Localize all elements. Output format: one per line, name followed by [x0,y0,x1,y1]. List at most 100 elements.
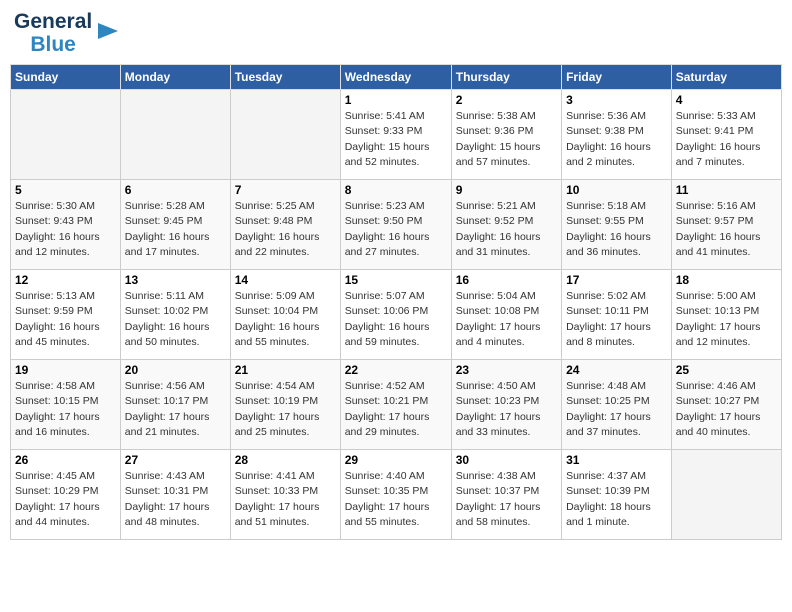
day-info: Sunrise: 4:54 AMSunset: 10:19 PMDaylight… [235,379,336,440]
day-number: 25 [676,363,777,377]
day-number: 18 [676,273,777,287]
day-number: 24 [566,363,667,377]
table-row: 29 Sunrise: 4:40 AMSunset: 10:35 PMDayli… [340,450,451,540]
day-info: Sunrise: 4:45 AMSunset: 10:29 PMDaylight… [15,469,116,530]
table-row: 24 Sunrise: 4:48 AMSunset: 10:25 PMDayli… [562,360,672,450]
table-row: 10 Sunrise: 5:18 AMSunset: 9:55 PMDaylig… [562,180,672,270]
day-number: 1 [345,93,447,107]
page-header: General Blue [10,10,782,56]
col-header-tuesday: Tuesday [230,65,340,90]
logo: General Blue [14,10,122,56]
logo-icon [94,17,122,45]
table-row: 22 Sunrise: 4:52 AMSunset: 10:21 PMDayli… [340,360,451,450]
table-row: 28 Sunrise: 4:41 AMSunset: 10:33 PMDayli… [230,450,340,540]
table-row: 13 Sunrise: 5:11 AMSunset: 10:02 PMDayli… [120,270,230,360]
table-row: 19 Sunrise: 4:58 AMSunset: 10:15 PMDayli… [11,360,121,450]
day-info: Sunrise: 5:09 AMSunset: 10:04 PMDaylight… [235,289,336,350]
day-number: 2 [456,93,557,107]
day-info: Sunrise: 5:13 AMSunset: 9:59 PMDaylight:… [15,289,116,350]
day-info: Sunrise: 5:41 AMSunset: 9:33 PMDaylight:… [345,109,447,170]
table-row: 15 Sunrise: 5:07 AMSunset: 10:06 PMDayli… [340,270,451,360]
day-number: 23 [456,363,557,377]
day-number: 14 [235,273,336,287]
day-number: 28 [235,453,336,467]
day-info: Sunrise: 4:56 AMSunset: 10:17 PMDaylight… [125,379,226,440]
col-header-saturday: Saturday [671,65,781,90]
day-number: 7 [235,183,336,197]
day-info: Sunrise: 5:28 AMSunset: 9:45 PMDaylight:… [125,199,226,260]
day-number: 16 [456,273,557,287]
day-info: Sunrise: 4:52 AMSunset: 10:21 PMDaylight… [345,379,447,440]
day-number: 15 [345,273,447,287]
col-header-thursday: Thursday [451,65,561,90]
table-row: 6 Sunrise: 5:28 AMSunset: 9:45 PMDayligh… [120,180,230,270]
day-number: 19 [15,363,116,377]
day-number: 27 [125,453,226,467]
day-number: 6 [125,183,226,197]
table-row: 18 Sunrise: 5:00 AMSunset: 10:13 PMDayli… [671,270,781,360]
table-row: 7 Sunrise: 5:25 AMSunset: 9:48 PMDayligh… [230,180,340,270]
day-info: Sunrise: 4:43 AMSunset: 10:31 PMDaylight… [125,469,226,530]
table-row: 30 Sunrise: 4:38 AMSunset: 10:37 PMDayli… [451,450,561,540]
day-info: Sunrise: 4:37 AMSunset: 10:39 PMDaylight… [566,469,667,530]
day-info: Sunrise: 5:33 AMSunset: 9:41 PMDaylight:… [676,109,777,170]
day-number: 5 [15,183,116,197]
day-info: Sunrise: 5:04 AMSunset: 10:08 PMDaylight… [456,289,557,350]
col-header-sunday: Sunday [11,65,121,90]
day-info: Sunrise: 4:40 AMSunset: 10:35 PMDaylight… [345,469,447,530]
day-number: 4 [676,93,777,107]
day-number: 11 [676,183,777,197]
table-row [120,90,230,180]
day-number: 26 [15,453,116,467]
day-info: Sunrise: 5:38 AMSunset: 9:36 PMDaylight:… [456,109,557,170]
day-number: 3 [566,93,667,107]
day-number: 12 [15,273,116,287]
table-row [671,450,781,540]
table-row: 12 Sunrise: 5:13 AMSunset: 9:59 PMDaylig… [11,270,121,360]
day-info: Sunrise: 5:11 AMSunset: 10:02 PMDaylight… [125,289,226,350]
day-info: Sunrise: 5:23 AMSunset: 9:50 PMDaylight:… [345,199,447,260]
table-row: 27 Sunrise: 4:43 AMSunset: 10:31 PMDayli… [120,450,230,540]
day-info: Sunrise: 4:48 AMSunset: 10:25 PMDaylight… [566,379,667,440]
col-header-friday: Friday [562,65,672,90]
day-info: Sunrise: 5:25 AMSunset: 9:48 PMDaylight:… [235,199,336,260]
day-number: 21 [235,363,336,377]
table-row: 25 Sunrise: 4:46 AMSunset: 10:27 PMDayli… [671,360,781,450]
table-row: 2 Sunrise: 5:38 AMSunset: 9:36 PMDayligh… [451,90,561,180]
table-row: 31 Sunrise: 4:37 AMSunset: 10:39 PMDayli… [562,450,672,540]
col-header-wednesday: Wednesday [340,65,451,90]
table-row [11,90,121,180]
day-info: Sunrise: 4:41 AMSunset: 10:33 PMDaylight… [235,469,336,530]
day-number: 10 [566,183,667,197]
day-number: 8 [345,183,447,197]
day-info: Sunrise: 5:07 AMSunset: 10:06 PMDaylight… [345,289,447,350]
table-row: 1 Sunrise: 5:41 AMSunset: 9:33 PMDayligh… [340,90,451,180]
day-number: 9 [456,183,557,197]
day-info: Sunrise: 5:21 AMSunset: 9:52 PMDaylight:… [456,199,557,260]
day-number: 13 [125,273,226,287]
table-row: 17 Sunrise: 5:02 AMSunset: 10:11 PMDayli… [562,270,672,360]
day-info: Sunrise: 5:02 AMSunset: 10:11 PMDaylight… [566,289,667,350]
table-row: 3 Sunrise: 5:36 AMSunset: 9:38 PMDayligh… [562,90,672,180]
day-info: Sunrise: 4:38 AMSunset: 10:37 PMDaylight… [456,469,557,530]
day-number: 17 [566,273,667,287]
table-row: 23 Sunrise: 4:50 AMSunset: 10:23 PMDayli… [451,360,561,450]
day-info: Sunrise: 5:00 AMSunset: 10:13 PMDaylight… [676,289,777,350]
table-row: 21 Sunrise: 4:54 AMSunset: 10:19 PMDayli… [230,360,340,450]
day-number: 30 [456,453,557,467]
day-info: Sunrise: 5:16 AMSunset: 9:57 PMDaylight:… [676,199,777,260]
table-row: 16 Sunrise: 5:04 AMSunset: 10:08 PMDayli… [451,270,561,360]
table-row: 5 Sunrise: 5:30 AMSunset: 9:43 PMDayligh… [11,180,121,270]
col-header-monday: Monday [120,65,230,90]
day-number: 31 [566,453,667,467]
table-row: 26 Sunrise: 4:45 AMSunset: 10:29 PMDayli… [11,450,121,540]
table-row: 14 Sunrise: 5:09 AMSunset: 10:04 PMDayli… [230,270,340,360]
day-number: 20 [125,363,226,377]
day-info: Sunrise: 5:30 AMSunset: 9:43 PMDaylight:… [15,199,116,260]
day-info: Sunrise: 4:58 AMSunset: 10:15 PMDaylight… [15,379,116,440]
day-number: 22 [345,363,447,377]
day-info: Sunrise: 5:36 AMSunset: 9:38 PMDaylight:… [566,109,667,170]
table-row: 8 Sunrise: 5:23 AMSunset: 9:50 PMDayligh… [340,180,451,270]
calendar-table: SundayMondayTuesdayWednesdayThursdayFrid… [10,64,782,540]
table-row: 9 Sunrise: 5:21 AMSunset: 9:52 PMDayligh… [451,180,561,270]
